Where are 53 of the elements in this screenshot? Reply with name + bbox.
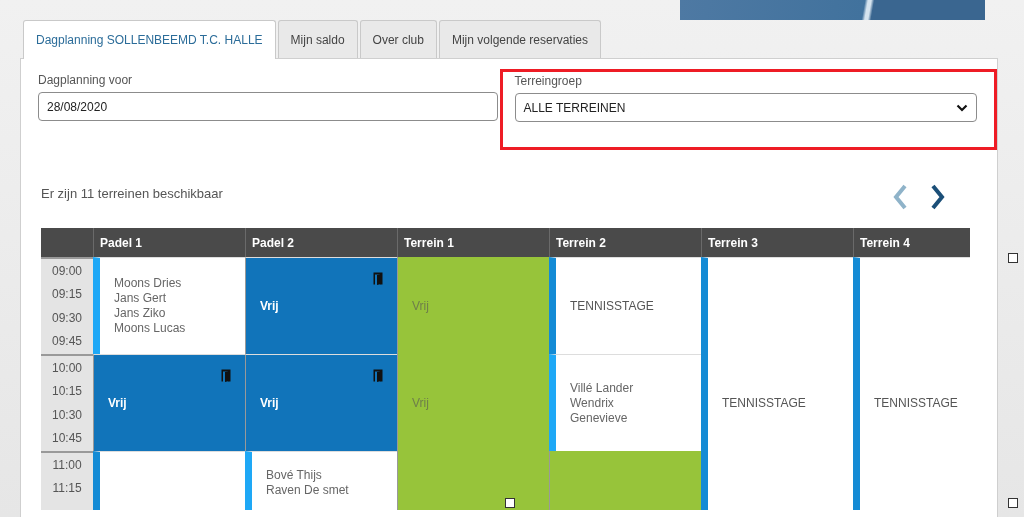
column-header: Terrein 1 <box>397 228 549 257</box>
time-label: 09:00 <box>52 262 82 280</box>
tab[interactable]: Over club <box>359 20 437 58</box>
time-label: 11:00 <box>52 456 82 474</box>
slot-label: Vrij <box>412 298 429 313</box>
free-slot[interactable]: Vrij <box>245 354 397 451</box>
tab[interactable]: Mijn volgende reservaties <box>438 20 602 58</box>
reservation-block[interactable]: Moons Dries Jans Gert Jans Ziko Moons Lucas <box>93 257 245 354</box>
time-label: 09:15 <box>52 286 82 304</box>
door-icon <box>373 272 383 285</box>
header-cell <box>41 228 93 257</box>
time-label: 10:15 <box>52 383 82 401</box>
event-block[interactable]: TENNISSTAGE <box>701 257 853 510</box>
group-dropdown[interactable]: ALLE TERREINEN <box>514 93 977 122</box>
time-label: 09:30 <box>52 309 82 327</box>
resize-handle[interactable] <box>505 498 515 508</box>
slot-label: TENNISSTAGE <box>722 396 806 410</box>
date-field[interactable]: 28/08/2020 <box>38 92 498 121</box>
chevron-down-icon <box>956 103 968 112</box>
time-label: 11:15 <box>52 480 82 498</box>
reservation-block[interactable]: Bové Thijs Raven De smet <box>245 451 397 510</box>
slot-label: Vrij <box>412 395 429 410</box>
free-slot[interactable]: Vrij <box>93 354 245 451</box>
door-icon <box>373 369 383 382</box>
slot-label: TENNISSTAGE <box>570 299 654 313</box>
player-names: Moons Dries Jans Gert Jans Ziko Moons Lucas <box>114 276 186 336</box>
resize-handle[interactable] <box>1008 498 1018 508</box>
field-label: Dagplanning voor <box>38 73 134 87</box>
availability-text: Er zijn 11 terreinen beschikbaar <box>41 185 223 201</box>
column-header: Terrein 4 <box>853 228 970 257</box>
resize-handle[interactable] <box>1008 253 1018 263</box>
field-label: Terreingroep <box>514 74 583 88</box>
time-label: 10:45 <box>52 430 82 448</box>
time-label: 10:30 <box>52 406 82 424</box>
event-block[interactable]: TENNISSTAGE <box>549 257 701 354</box>
column-header: Terrein 2 <box>549 228 701 257</box>
column-header: Padel 1 <box>93 228 245 257</box>
tab[interactable]: Dagplanning SOLLENBEEMD T.C. HALLE <box>23 20 276 59</box>
time-label: 09:45 <box>52 333 82 351</box>
slot-label: TENNISSTAGE <box>874 396 958 410</box>
tab[interactable]: Mijn saldo <box>277 20 358 58</box>
column-header: Padel 2 <box>245 228 397 257</box>
event-block[interactable]: TENNISSTAGE <box>853 257 970 510</box>
free-slot[interactable]: Vrij <box>245 257 397 354</box>
time-label: 10:00 <box>52 359 82 377</box>
column-header: Terrein 3 <box>701 228 853 257</box>
slot-label: Vrij <box>260 396 279 410</box>
door-icon <box>221 369 231 382</box>
slot-label: Vrij <box>108 396 127 410</box>
reservation-block[interactable]: Villé Lander Wendrix Genevieve <box>549 354 701 451</box>
player-names: Bové Thijs Raven De smet <box>266 468 349 498</box>
slot-label: Vrij <box>260 299 279 313</box>
player-names: Villé Lander Wendrix Genevieve <box>570 380 634 426</box>
